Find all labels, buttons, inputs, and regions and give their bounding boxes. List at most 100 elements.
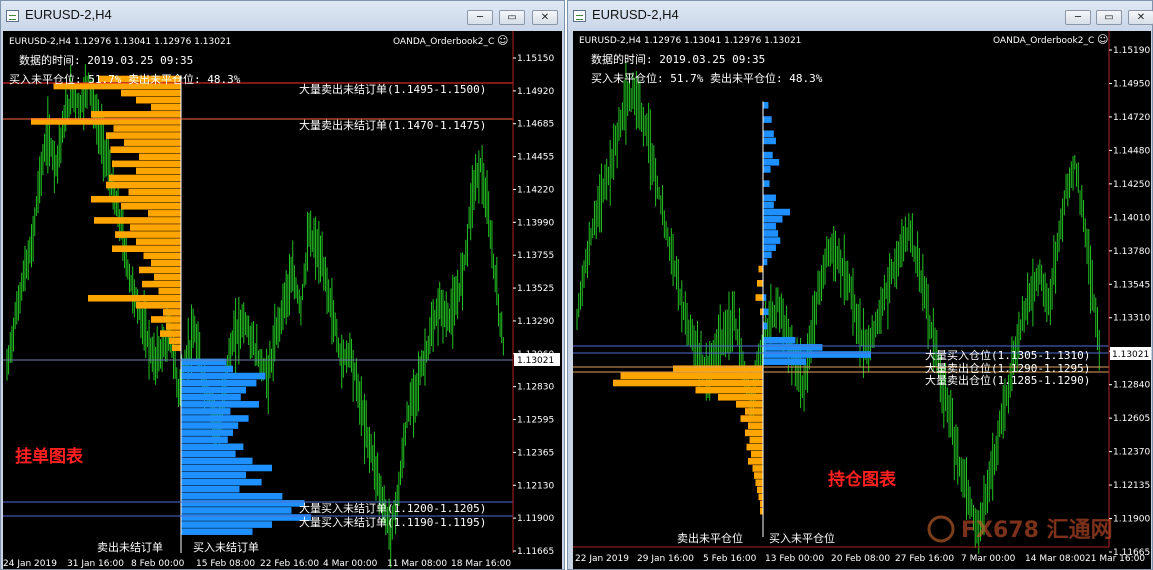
time-axis: 24 Jan 2019 31 Jan 16:00 8 Feb 00:00 15 Feb… [3,559,511,569]
data-time-line: 数据的时间: 2019.03.25 09:35 [19,53,193,67]
buy-position-bar [763,116,772,123]
sell-position-bar [757,486,763,494]
price-tick-label: 1.13755 [517,251,554,261]
price-tick-label: 1.11665 [517,547,554,557]
price-axis: 1.15150 1.14920 1.14685 1.14455 1.14220 1.139… [513,54,554,557]
buy-position-bar [763,223,776,230]
buy-position-bar [763,201,774,209]
minimize-button[interactable]: ─ [1065,10,1091,25]
price-tick-label: 1.14220 [517,185,554,195]
window-titlebar[interactable]: EURUSD-2,H4 ─ ▭ ✕ [1,1,564,31]
ask-volume-bar [110,146,181,153]
ask-volume-bar [121,89,181,97]
window-titlebar[interactable]: EURUSD-2,H4 ─ ▭ ✕ [568,1,1153,31]
sell-position-bar [757,279,763,287]
time-tick-label: 4 Mar 00:00 [323,559,378,569]
sell-position-bar [748,458,763,465]
ask-volume-bar [151,316,181,323]
sell-position-bar [718,393,763,401]
annotation-sell-position-1: 大量卖出仓位(1.1290-1.1295) [925,361,1090,375]
price-tick-label: 1.13525 [517,284,554,294]
ask-volume-bar [151,103,181,111]
smiley-icon: ☺ [1097,33,1108,46]
price-axis: 1.15190 1.14950 1.14720 1.14480 1.14250 1.140… [1109,46,1150,558]
price-tick-label: 1.12370 [1113,448,1150,458]
buy-position-bar [763,244,776,252]
ask-volume-bar [154,273,181,281]
buy-position-bar [763,130,774,138]
bid-volume-bar [181,415,249,422]
close-button[interactable]: ✕ [1128,10,1153,25]
ask-volume-bar [113,125,181,132]
bid-volume-bar [181,478,262,486]
price-tick-label: 1.13780 [1113,247,1150,257]
bid-volume-bar [181,457,253,465]
ask-volume-bar [158,287,181,295]
bid-volume-bar [181,464,272,472]
ask-volume-bar [136,96,181,104]
chart-window-right[interactable]: EURUSD-2,H4 ─ ▭ ✕ EURUSD-2,H4 1.12976 1.… [567,0,1153,570]
ask-volume-bar [166,323,181,330]
bottom-label-buy: 买入未平仓位 [769,531,835,545]
time-tick-label: 22 Feb 16:00 [260,559,319,569]
time-tick-label: 13 Feb 00:00 [765,554,824,564]
price-tick-label: 1.14920 [517,87,554,97]
sell-position-bar [620,372,763,380]
time-tick-label: 24 Jan 2019 [3,559,57,569]
ask-volume-bar [121,203,181,210]
sell-position-bar [748,422,763,430]
annotation-buy-position: 大量买入仓位(1.1305-1.1310) [925,348,1090,362]
sell-position-bar [758,493,763,501]
time-tick-label: 31 Jan 16:00 [67,559,124,569]
bid-volume-bar [181,471,246,479]
chart-type-label: 持仓图表 [828,469,897,490]
chart-window-left[interactable]: EURUSD-2,H4 ─ ▭ ✕ EURUSD-2,H4 1.12976 1.… [0,0,565,570]
window-title: EURUSD-2,H4 [25,7,112,22]
indicator-name: OANDA_Orderbook2_C [993,36,1094,46]
buy-position-bar [763,137,776,145]
chart-canvas[interactable]: EURUSD-2,H4 1.12976 1.13041 1.12976 1.13… [573,31,1151,569]
ask-volume-bar [88,294,181,302]
time-tick-label: 21 Mar 16:00 [1085,554,1145,564]
chart-window-icon [573,10,586,22]
buy-position-bar [763,166,771,173]
bid-volume-bar [181,493,283,500]
symbol-line: EURUSD-2,H4 1.12976 1.13041 1.12976 1.13… [579,36,801,46]
maximize-button[interactable]: ▭ [1096,10,1122,25]
time-tick-label: 18 Mar 16:00 [451,559,511,569]
close-button[interactable]: ✕ [532,10,558,25]
sell-position-bar [755,294,763,301]
ask-volume-bar [151,259,181,267]
buy-position-bar [763,251,772,259]
time-tick-label: 27 Feb 16:00 [895,554,954,564]
price-tick-label: 1.12130 [517,481,554,491]
bid-volume-bar [181,528,253,535]
window-title: EURUSD-2,H4 [592,7,679,22]
maximize-button[interactable]: ▭ [499,10,525,25]
positions-ratio-line: 买入未平仓位: 51.7% 卖出未平仓位: 48.3% [591,71,823,85]
buy-position-bar [763,237,781,244]
current-price-label: 1.13021 [1112,350,1149,360]
ask-volume-bar [130,224,181,231]
watermark-icon [927,515,955,543]
price-chart[interactable]: EURUSD-2,H4 1.12976 1.13041 1.12976 1.13… [3,31,562,569]
price-tick-label: 1.14250 [1113,180,1150,190]
chart-canvas[interactable]: EURUSD-2,H4 1.12976 1.13041 1.12976 1.13… [3,31,562,569]
price-chart[interactable]: EURUSD-2,H4 1.12976 1.13041 1.12976 1.13… [573,31,1151,569]
ask-volume-bar [128,188,181,196]
price-tick-label: 1.14455 [517,153,554,163]
ask-volume-bar [136,238,181,245]
sell-position-bar [751,450,763,458]
buy-position-bar [763,258,768,266]
smiley-icon: ☺ [497,34,508,47]
sell-position-bar [695,386,763,394]
time-axis: 22 Jan 2019 29 Jan 16:00 5 Feb 16:00 13 Feb… [575,554,1145,564]
price-tick-label: 1.14010 [1113,213,1150,223]
ask-volume-bar [94,217,181,224]
bid-volume-bar [181,485,240,493]
buy-position-bar [763,180,770,187]
bid-volume-bar [181,436,228,443]
price-tick-label: 1.12135 [1113,481,1150,491]
minimize-button[interactable]: ─ [467,10,493,25]
price-tick-label: 1.12595 [517,416,554,426]
